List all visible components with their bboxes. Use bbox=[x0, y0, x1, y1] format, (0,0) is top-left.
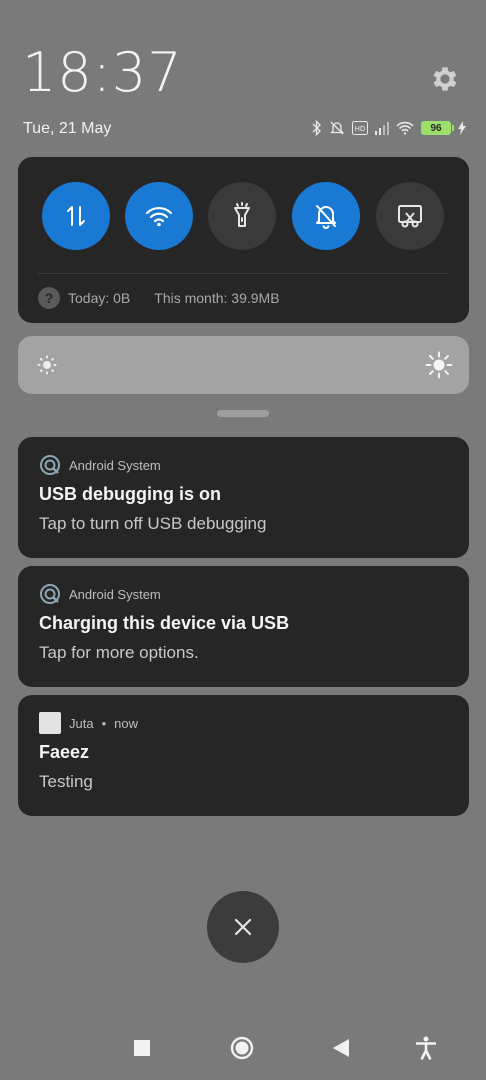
mobile-data-toggle[interactable] bbox=[42, 182, 110, 250]
flashlight-toggle[interactable] bbox=[208, 182, 276, 250]
notification-title: USB debugging is on bbox=[39, 484, 221, 504]
android-system-icon bbox=[40, 584, 60, 604]
accessibility-icon bbox=[416, 1036, 436, 1060]
settings-gear-icon[interactable] bbox=[429, 63, 461, 95]
wifi-tile-icon bbox=[145, 206, 173, 227]
wifi-toggle[interactable] bbox=[125, 182, 193, 250]
signal-icon bbox=[375, 121, 389, 135]
back-button[interactable] bbox=[326, 1033, 356, 1063]
notification-app-name: Android System bbox=[69, 457, 161, 473]
clock-time: 18:37 bbox=[22, 41, 183, 104]
recents-button[interactable] bbox=[127, 1033, 157, 1063]
date-label: Tue, 21 May bbox=[23, 120, 112, 137]
juta-app-icon bbox=[39, 712, 61, 734]
flashlight-icon bbox=[234, 202, 250, 227]
brightness-high-icon bbox=[425, 351, 453, 384]
square-icon bbox=[134, 1040, 150, 1056]
brightness-low-icon bbox=[36, 354, 58, 381]
data-usage-month: This month: 39.9MB bbox=[154, 290, 280, 306]
brightness-slider[interactable] bbox=[18, 336, 469, 394]
dnd-icon bbox=[329, 120, 345, 136]
android-system-icon bbox=[40, 455, 60, 475]
scissors-screenshot-icon bbox=[398, 205, 422, 228]
notification-app-name: Android System bbox=[69, 586, 161, 602]
notification-title: Charging this device via USB bbox=[39, 613, 290, 633]
notification-app-row: Juta • now bbox=[39, 712, 138, 734]
bell-off-icon bbox=[316, 205, 336, 229]
charging-icon bbox=[458, 121, 466, 135]
mute-toggle[interactable] bbox=[292, 182, 360, 250]
back-triangle-icon bbox=[333, 1039, 349, 1057]
notification-title: Faeez bbox=[39, 742, 90, 762]
accessibility-button[interactable] bbox=[411, 1033, 441, 1063]
drag-handle[interactable] bbox=[217, 410, 269, 417]
svg-text:HD: HD bbox=[355, 125, 366, 133]
screenshot-toggle[interactable] bbox=[376, 182, 444, 250]
notification-card[interactable]: Android System Charging this device via … bbox=[18, 566, 469, 687]
notification-separator: • bbox=[101, 715, 107, 731]
data-usage-today: Today: 0B bbox=[68, 290, 131, 306]
notification-card[interactable]: Juta • now Faeez Testing bbox=[18, 695, 469, 816]
notification-text: Tap to turn off USB debugging bbox=[39, 514, 267, 533]
qs-divider bbox=[38, 273, 449, 274]
battery-icon: 96 bbox=[421, 121, 454, 135]
notification-text: Tap for more options. bbox=[39, 643, 199, 662]
notification-app-row: Android System bbox=[39, 454, 161, 476]
notification-time: now bbox=[114, 715, 138, 731]
clear-all-button[interactable] bbox=[207, 891, 279, 963]
data-usage-help-icon: ? bbox=[38, 287, 60, 309]
quick-settings-panel: ? Today: 0B This month: 39.9MB bbox=[18, 157, 469, 323]
notification-card[interactable]: Android System USB debugging is on Tap t… bbox=[18, 437, 469, 558]
volte-icon: HD bbox=[352, 121, 368, 135]
circle-icon bbox=[230, 1036, 254, 1060]
notification-app-name: Juta bbox=[69, 715, 94, 731]
data-usage-row[interactable]: ? Today: 0B This month: 39.9MB bbox=[38, 287, 280, 309]
status-bar-icons: HD 96 bbox=[312, 118, 466, 138]
bluetooth-icon bbox=[312, 120, 322, 136]
notification-app-row: Android System bbox=[39, 583, 161, 605]
notification-text: Testing bbox=[39, 772, 93, 791]
home-button[interactable] bbox=[227, 1033, 257, 1063]
close-icon bbox=[234, 918, 252, 936]
wifi-icon bbox=[396, 121, 414, 135]
mobile-data-icon bbox=[67, 206, 85, 226]
